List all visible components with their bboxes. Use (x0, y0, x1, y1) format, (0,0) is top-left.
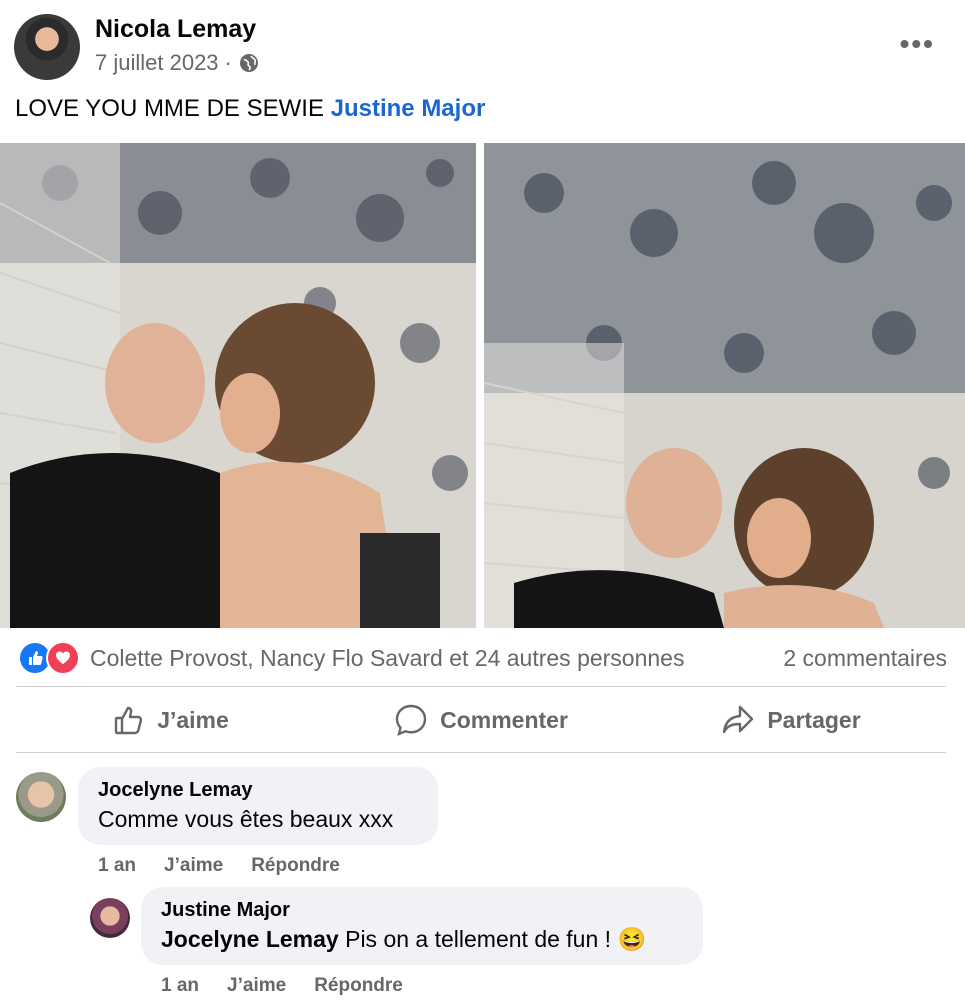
divider-bottom (16, 752, 946, 753)
love-icon (46, 641, 80, 675)
comment-like-button[interactable]: J’aime (164, 855, 223, 877)
reply-avatar[interactable] (90, 898, 130, 938)
divider-top (16, 686, 946, 687)
reaction-icons (18, 641, 80, 675)
post-meta: 7 juillet 2023 · (95, 50, 260, 76)
laughing-emoji-icon: 😆 (617, 926, 647, 952)
reply-mention[interactable]: Jocelyne Lemay (161, 926, 339, 952)
comment-text: Comme vous êtes beaux xxx (98, 806, 394, 832)
reply-reply-button[interactable]: Répondre (314, 975, 403, 997)
thumbs-up-icon (113, 704, 145, 736)
reply-time[interactable]: 1 an (161, 975, 199, 997)
like-label: J’aime (157, 706, 229, 733)
mention-link[interactable]: Justine Major (331, 95, 486, 122)
post-photo-2[interactable] (484, 143, 965, 628)
reactions-row[interactable]: Colette Provost, Nancy Flo Savard et 24 … (18, 640, 947, 676)
reply-author[interactable]: Justine Major (161, 899, 683, 922)
reactions-summary[interactable]: Colette Provost, Nancy Flo Savard et 24 … (90, 645, 783, 672)
share-arrow-icon (721, 704, 755, 736)
comments-count[interactable]: 2 commentaires (783, 645, 947, 672)
globe-icon (238, 52, 260, 74)
post-author[interactable]: Nicola Lemay (95, 15, 256, 44)
reply-bubble: Justine Major Jocelyne Lemay Pis on a te… (141, 887, 703, 965)
comment-author[interactable]: Jocelyne Lemay (98, 779, 418, 802)
comment-button[interactable]: Commenter (326, 703, 636, 737)
comment-meta: 1 an J’aime Répondre (98, 855, 340, 877)
like-button[interactable]: J’aime (16, 704, 326, 736)
share-button[interactable]: Partager (636, 704, 946, 736)
comment-reply-button[interactable]: Répondre (251, 855, 340, 877)
commenter-avatar[interactable] (16, 772, 66, 822)
reply-meta: 1 an J’aime Répondre (161, 975, 403, 997)
meta-separator: · (224, 50, 232, 75)
more-options-icon[interactable]: ••• (900, 28, 935, 60)
comment-label: Commenter (440, 706, 568, 733)
post-body: LOVE YOU MME DE SEWIE (15, 95, 324, 122)
reply-like-button[interactable]: J’aime (227, 975, 286, 997)
post-actions: J’aime Commenter Partager (16, 690, 946, 750)
post-text: LOVE YOU MME DE SEWIE Justine Major (15, 95, 485, 123)
reply-body: Pis on a tellement de fun ! (345, 926, 612, 952)
comment-bubble-icon (394, 703, 428, 737)
comment-time[interactable]: 1 an (98, 855, 136, 877)
post-photo-1[interactable] (0, 143, 476, 628)
comment-bubble: Jocelyne Lemay Comme vous êtes beaux xxx (78, 767, 438, 845)
author-avatar[interactable] (14, 14, 80, 80)
share-label: Partager (767, 706, 861, 733)
post-date[interactable]: 7 juillet 2023 (95, 50, 219, 76)
reply-text: Jocelyne Lemay Pis on a tellement de fun… (161, 926, 683, 953)
